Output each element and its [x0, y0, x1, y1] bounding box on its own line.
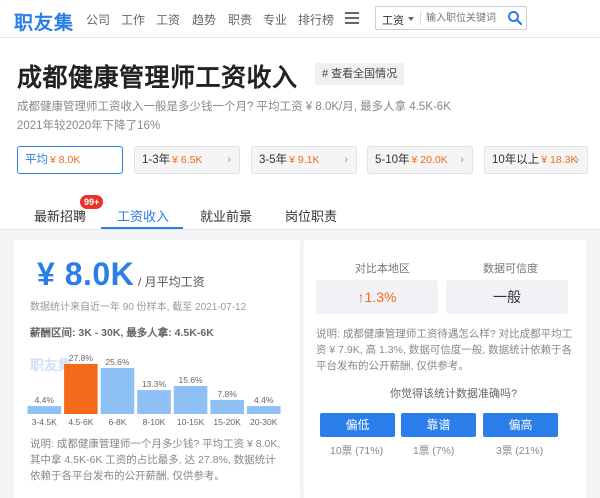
- nav-item-company[interactable]: 公司: [86, 11, 110, 28]
- tab-badge: 99+: [80, 195, 104, 209]
- chart-bar[interactable]: [137, 390, 171, 414]
- chart-bar[interactable]: [100, 367, 135, 414]
- confidence-value: 一般: [446, 280, 568, 314]
- chart-bar[interactable]: [173, 385, 208, 414]
- exp-label: 10年以上: [492, 154, 540, 166]
- compare-percent: 1.3%: [364, 289, 397, 305]
- exp-tab-10-plus[interactable]: 10年以上 ¥ 18.3K ›: [484, 146, 588, 174]
- vote-low-button[interactable]: 偏低: [320, 413, 395, 437]
- exp-label: 1-3年: [142, 154, 171, 166]
- vote-high-button[interactable]: 偏高: [483, 413, 558, 437]
- chart-tick-label: 6-8K: [108, 417, 126, 427]
- average-salary: ¥ 8.0K: [37, 256, 135, 292]
- search-divider: [420, 11, 421, 25]
- exp-label: 平均: [25, 154, 48, 166]
- exp-tab-average[interactable]: 平均 ¥ 8.0K: [17, 146, 123, 174]
- chart-bar[interactable]: [210, 399, 244, 414]
- arrow-up-icon: ↑: [357, 289, 365, 305]
- sample-note: 数据统计来自近一年 90 份样本, 截至 2021-07-12: [30, 302, 247, 313]
- chevron-down-icon[interactable]: [408, 17, 414, 21]
- exp-tab-1-3[interactable]: 1-3年 ¥ 6.5K ›: [134, 146, 240, 174]
- chart-tick-label: 15-20K: [213, 417, 241, 427]
- chevron-right-icon: ›: [460, 154, 464, 166]
- chart-bar[interactable]: [64, 363, 98, 414]
- tab-latest-jobs[interactable]: 最新招聘: [34, 206, 86, 225]
- exp-value: ¥ 9.1K: [289, 154, 320, 166]
- chevron-right-icon: ›: [344, 154, 348, 166]
- nav-item-duty[interactable]: 职责: [228, 11, 252, 28]
- confidence-label: 数据可信度: [483, 263, 538, 275]
- chart-tick-label: 3-4.5K: [32, 417, 57, 427]
- salary-change-note: 2021年较2020年下降了16%: [17, 120, 161, 132]
- top-nav: 职友集 公司 工作 工资 趋势 职责 专业 排行榜 工资: [0, 0, 600, 38]
- vote-low-count: 10票 (71%): [330, 445, 384, 457]
- exp-value: ¥ 6.5K: [172, 154, 203, 166]
- vote-reliable-button[interactable]: 靠谱: [401, 413, 476, 437]
- compare-local-value: ↑1.3%: [316, 280, 438, 314]
- list-menu-icon[interactable]: [345, 12, 359, 24]
- salary-description: 成都健康管理师工资收入一般是多少钱一个月? 平均工资 ¥ 8.0K/月, 最多人…: [17, 101, 451, 113]
- chart-value-label: 4.4%: [254, 395, 274, 405]
- chart-value-label: 27.8%: [69, 353, 94, 363]
- average-salary-unit: / 月平均工资: [138, 275, 205, 289]
- chart-value-label: 13.3%: [142, 379, 167, 389]
- chart-bar[interactable]: [27, 406, 62, 414]
- site-logo[interactable]: 职友集: [14, 8, 74, 35]
- nav-item-trend[interactable]: 趋势: [192, 11, 216, 28]
- exp-label: 3-5年: [259, 154, 288, 166]
- chart-tick-label: 20-30K: [250, 417, 278, 427]
- vote-reliable-count: 1票 (7%): [413, 445, 455, 457]
- card-divider: [300, 250, 301, 490]
- chart-tick-label: 4.5-6K: [68, 417, 93, 427]
- chart-tick-label: 10-15K: [177, 417, 205, 427]
- chart-bar[interactable]: [246, 406, 281, 414]
- salary-range-note: 薪酬区间: 3K - 30K, 最多人拿: 4.5K-6K: [30, 327, 214, 339]
- exp-label: 5-10年: [375, 154, 410, 166]
- search-input[interactable]: [426, 10, 504, 26]
- nav-item-jobs[interactable]: 工作: [121, 11, 145, 28]
- exp-value: ¥ 18.3K: [541, 154, 578, 166]
- nav-item-major[interactable]: 专业: [263, 11, 287, 28]
- search-icon[interactable]: [507, 10, 523, 26]
- page-title: 成都健康管理师工资收入: [17, 64, 298, 92]
- chevron-right-icon: ›: [227, 154, 231, 166]
- chart-tick-label: 8-10K: [143, 417, 166, 427]
- vote-high-count: 3票 (21%): [496, 445, 544, 457]
- chart-value-label: 7.8%: [217, 389, 237, 399]
- chart-value-label: 4.4%: [35, 395, 55, 405]
- chevron-right-icon: ›: [575, 154, 579, 166]
- search-type-select[interactable]: 工资: [382, 12, 404, 28]
- search-box: 工资: [375, 6, 527, 30]
- nav-item-salary[interactable]: 工资: [156, 11, 180, 28]
- exp-tab-3-5[interactable]: 3-5年 ¥ 9.1K ›: [251, 146, 357, 174]
- compare-explanation: 说明: 成都健康管理师工资待遇怎么样? 对比成都平均工资 ¥ 7.9K, 高 1…: [316, 328, 573, 372]
- salary-explanation: 说明: 成都健康管理师一个月多少钱? 平均工资 ¥ 8.0K, 其中拿 4.5K…: [30, 438, 281, 482]
- chart-value-label: 25.6%: [105, 357, 130, 367]
- exp-value: ¥ 8.0K: [50, 154, 81, 166]
- tab-salary[interactable]: 工资收入: [117, 206, 169, 225]
- exp-tab-5-10[interactable]: 5-10年 ¥ 20.0K ›: [367, 146, 473, 174]
- nav-item-ranking[interactable]: 排行榜: [298, 11, 334, 28]
- tab-prospects[interactable]: 就业前景: [200, 206, 252, 225]
- accuracy-question: 你觉得该统计数据准确吗?: [390, 388, 518, 400]
- salary-distribution-chart: 4.4% 3-4.5K 27.8% 4.5-6K 25.6% 6-8K 13.3% 8-10K…: [27, 353, 281, 427]
- chart-value-label: 15.6%: [179, 375, 204, 385]
- compare-local-label: 对比本地区: [355, 263, 410, 275]
- exp-value: ¥ 20.0K: [411, 154, 448, 166]
- tab-duties[interactable]: 岗位职责: [285, 206, 337, 225]
- national-view-button[interactable]: # 查看全国情况: [315, 63, 405, 85]
